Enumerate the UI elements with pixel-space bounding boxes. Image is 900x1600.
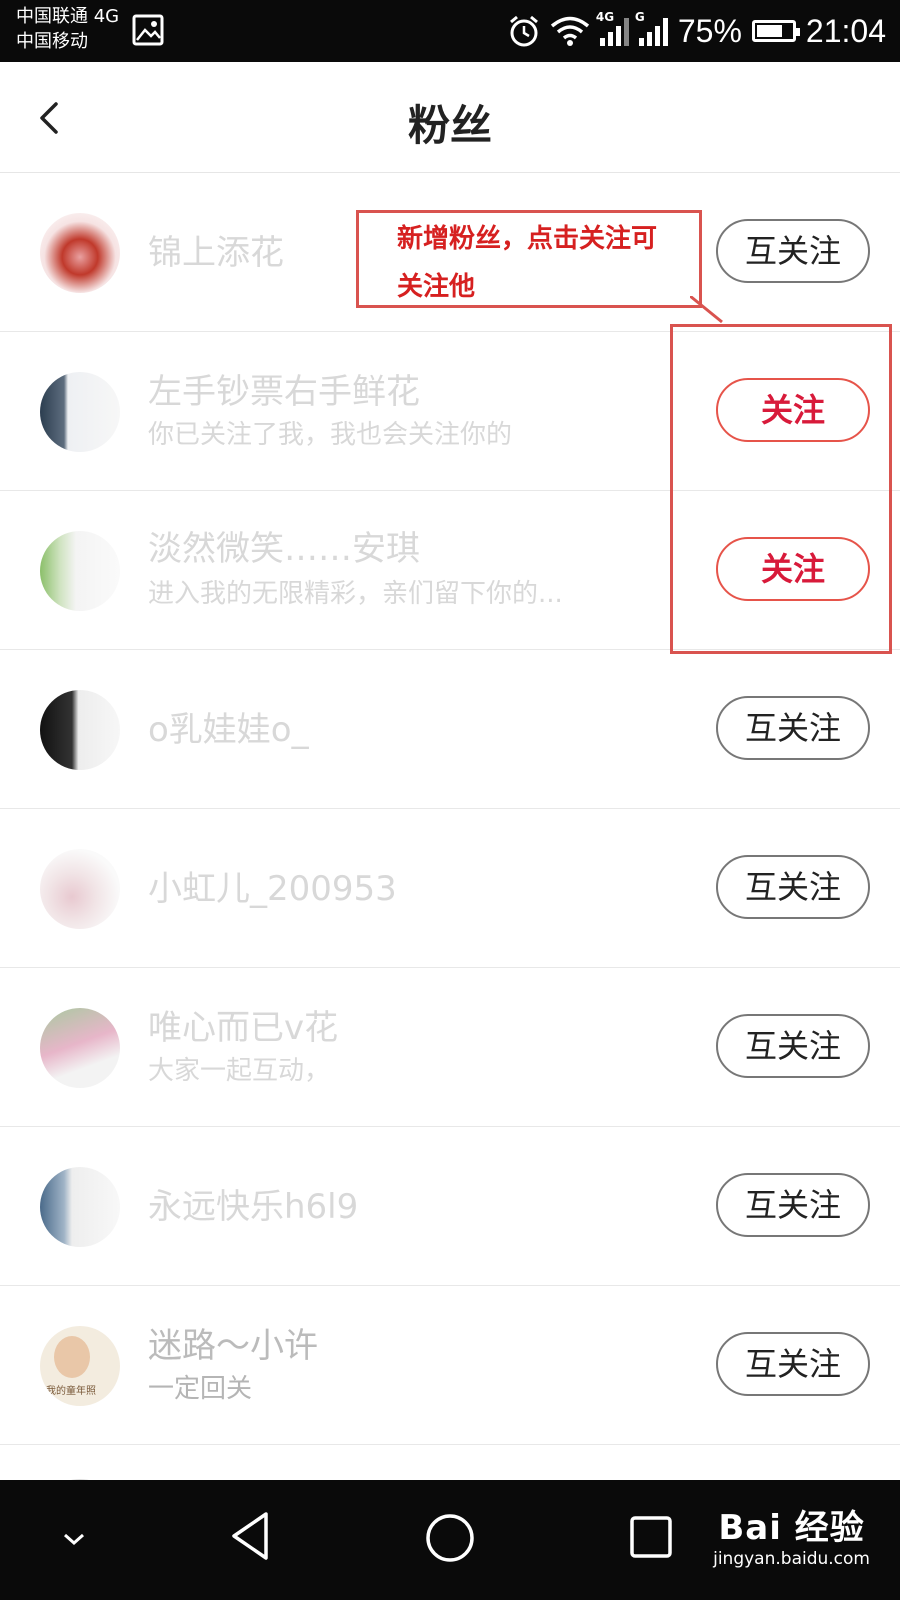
nav-recents-icon[interactable]	[628, 1514, 674, 1560]
carrier-info: 中国联通 4G 中国移动	[16, 4, 119, 54]
callout-line-2: 关注他	[397, 272, 476, 302]
fan-name: 锦上添花	[148, 233, 284, 273]
fan-row[interactable]: 唯心而已v花 大家一起互动， 互关注	[0, 968, 900, 1127]
fan-name: 唯心而已v花	[148, 1008, 339, 1048]
fan-bio: 大家一起互动，	[148, 1056, 331, 1086]
avatar	[40, 1008, 120, 1088]
carrier-primary: 中国联通 4G	[16, 6, 120, 27]
page-header: 粉丝	[0, 62, 900, 173]
network-type-1: 4G	[595, 10, 615, 24]
avatar	[40, 531, 120, 611]
mutual-follow-button[interactable]: 互关注	[716, 855, 870, 919]
avatar: 我的童年照	[40, 1326, 120, 1406]
avatar	[40, 849, 120, 929]
fan-name: 永远快乐h6l9	[148, 1187, 359, 1227]
fan-name: 淡然微笑……安琪	[148, 529, 420, 569]
mutual-follow-button[interactable]: 互关注	[716, 1173, 870, 1237]
network-type-2: G	[634, 10, 645, 24]
avatar	[40, 213, 120, 293]
avatar-caption: 我的童年照	[46, 1386, 96, 1397]
clock: 21:04	[805, 12, 886, 49]
watermark-url: jingyan.baidu.com	[713, 1549, 870, 1569]
fan-row[interactable]: o乳娃娃o_ 互关注	[0, 650, 900, 809]
status-bar: 中国联通 4G 中国移动 4G G 75% 21:04	[0, 0, 900, 62]
fan-bio: 你已关注了我，我也会关注你的	[148, 420, 513, 450]
alarm-icon	[509, 15, 538, 47]
mutual-follow-button[interactable]: 互关注	[716, 1332, 870, 1396]
baidu-jingyan-watermark: Bai 经验 jingyan.baidu.com	[713, 1500, 870, 1569]
fan-bio: 进入我的无限精彩，亲们留下你的...	[148, 579, 563, 609]
wifi-icon	[550, 16, 589, 46]
callout-pointer	[690, 296, 723, 324]
avatar	[40, 372, 120, 452]
annotation-callout: 新增粉丝，点击关注可 关注他	[356, 210, 702, 308]
callout-line-1: 新增粉丝，点击关注可	[397, 224, 658, 254]
signal-strength-icon-2: G	[635, 10, 668, 46]
watermark-brand: Bai 经验	[718, 1508, 865, 1548]
fan-name: o乳娃娃o_	[148, 710, 309, 750]
fan-row[interactable]: 我的童年照 迷路～小许 一定回关 互关注	[0, 1286, 900, 1445]
fan-row[interactable]: 永远快乐h6l9 互关注	[0, 1127, 900, 1286]
page-title: 粉丝	[407, 101, 492, 150]
fan-name: 左手钞票右手鲜花	[148, 372, 420, 412]
fan-name: 小虹儿_200953	[148, 869, 397, 909]
nav-back-icon[interactable]	[226, 1508, 276, 1564]
mutual-follow-button[interactable]: 互关注	[716, 219, 870, 283]
mutual-follow-button[interactable]: 互关注	[716, 1014, 870, 1078]
gallery-icon	[132, 14, 164, 46]
avatar	[40, 1167, 120, 1247]
status-right: 4G G 75% 21:04	[508, 8, 886, 54]
chevron-down-icon[interactable]	[58, 1528, 90, 1550]
fan-bio: 一定回关	[148, 1374, 253, 1404]
carrier-secondary: 中国移动	[16, 31, 88, 52]
fan-name: 迷路～小许	[148, 1326, 318, 1366]
avatar	[40, 690, 120, 770]
battery-percent: 75%	[677, 12, 742, 49]
annotation-highlight-box	[670, 324, 892, 654]
battery-icon	[751, 20, 800, 42]
signal-strength-icon-1: 4G	[596, 10, 629, 46]
nav-home-icon[interactable]	[424, 1512, 476, 1564]
mutual-follow-button[interactable]: 互关注	[716, 696, 870, 760]
fan-row[interactable]: 小虹儿_200953 互关注	[0, 809, 900, 968]
